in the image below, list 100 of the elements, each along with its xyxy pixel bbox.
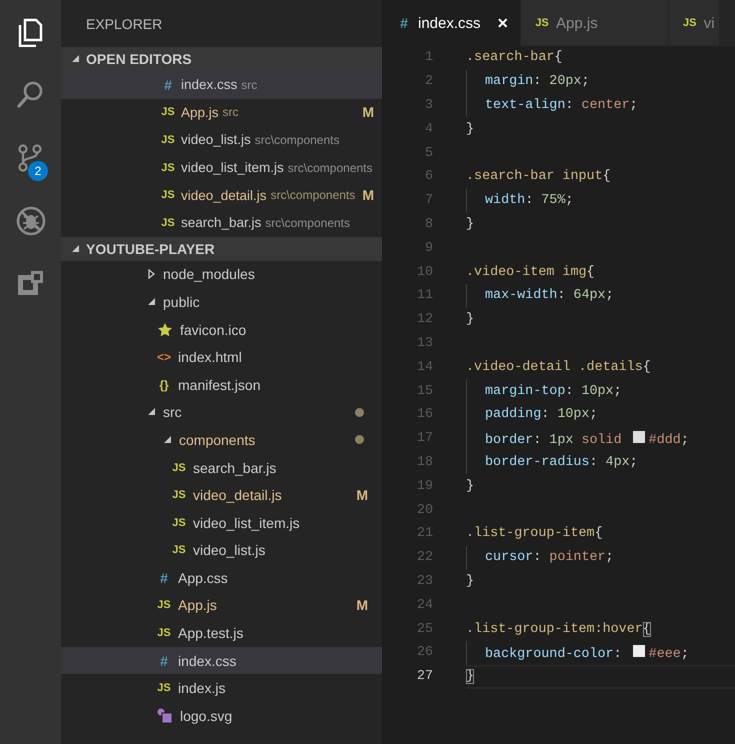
code-line: padding: 10px; xyxy=(485,407,598,422)
file-item[interactable]: favicon.ico xyxy=(61,316,382,344)
file-name: video_list_item.js xyxy=(181,160,284,176)
js-file-icon: JS xyxy=(535,17,550,29)
modified-label: M xyxy=(362,187,374,204)
line-number: 21 xyxy=(416,526,433,542)
file-name: index.js xyxy=(178,680,226,696)
code-line: border-radius: 4px; xyxy=(485,454,638,470)
file-item[interactable]: JS App.js src M xyxy=(61,98,382,126)
file-item[interactable]: JS video_detail.js src\components M xyxy=(61,181,382,209)
folder-name: node_modules xyxy=(163,266,255,282)
folder-item[interactable]: public xyxy=(61,288,382,316)
file-name: video_list.js xyxy=(193,542,266,558)
file-item[interactable]: JS video_list_item.js xyxy=(61,508,382,536)
file-name: App.js xyxy=(178,597,217,614)
line-number: 5 xyxy=(424,146,433,161)
editor-tab[interactable]: # index.css × xyxy=(383,0,522,46)
line-number: 4 xyxy=(424,122,433,137)
hash-icon: # xyxy=(157,570,171,586)
file-item[interactable]: JS video_list.js src\components xyxy=(61,126,382,154)
folder-item[interactable]: node_modules xyxy=(61,260,382,288)
folder-item[interactable]: src xyxy=(61,398,382,426)
close-button[interactable]: × xyxy=(498,12,508,34)
file-name: video_detail.js xyxy=(181,188,267,203)
file-name: App.test.js xyxy=(178,625,244,642)
line-number: 18 xyxy=(416,454,433,470)
line-number: 11 xyxy=(416,288,433,304)
file-item[interactable]: <> index.html xyxy=(61,343,382,371)
code-line: } xyxy=(466,312,474,328)
file-item[interactable]: # index.css xyxy=(61,646,382,674)
file-item[interactable]: logo.svg xyxy=(61,702,382,730)
modified-label: M xyxy=(356,487,368,504)
file-item[interactable]: JS index.js xyxy=(61,674,382,702)
file-path: src\components xyxy=(265,216,350,230)
file-name: index.css xyxy=(181,77,238,92)
line-number: 20 xyxy=(416,502,433,518)
explorer-title: EXPLORER xyxy=(86,16,162,32)
file-item[interactable]: # App.css xyxy=(61,564,382,592)
line-number: 25 xyxy=(416,622,433,637)
file-path: src\components xyxy=(288,160,372,175)
js-file-icon: JS xyxy=(157,682,171,694)
file-name: video_list.js xyxy=(181,132,251,148)
file-name: manifest.json xyxy=(178,376,260,393)
section-header[interactable]: YOUTUBE-PLAYER xyxy=(61,236,382,261)
modified-label: M xyxy=(356,597,368,614)
line-number: 24 xyxy=(416,598,433,613)
code-line: } xyxy=(466,574,474,589)
hash-icon: # xyxy=(157,652,171,669)
editor-tab[interactable]: JS vi xyxy=(668,0,720,46)
js-file-icon: JS xyxy=(161,162,175,174)
code-line: text-align: center; xyxy=(485,98,638,113)
js-file-icon: JS xyxy=(161,134,175,146)
file-item[interactable]: JS search_bar.js src\components xyxy=(61,208,382,237)
file-name: search_bar.js xyxy=(181,215,262,230)
line-number: 22 xyxy=(416,550,433,566)
line-number: 14 xyxy=(416,360,433,375)
js-file-icon: JS xyxy=(157,627,171,640)
image-file-icon xyxy=(157,708,173,724)
code-line: } xyxy=(466,216,474,232)
line-number: 23 xyxy=(416,574,433,589)
code-line: width: 75%; xyxy=(485,193,574,208)
angle-brackets-icon: <> xyxy=(157,350,172,364)
code-line: border: 1px solid #ddd; xyxy=(485,430,689,448)
line-number: 2 xyxy=(424,74,433,90)
line-number: 15 xyxy=(416,384,433,399)
file-item[interactable]: JS search_bar.js xyxy=(61,454,382,482)
section-header[interactable]: OPEN EDITORS xyxy=(61,47,382,71)
file-name: video_detail.js xyxy=(193,487,282,504)
editor-tab[interactable]: JS App.js xyxy=(521,0,669,46)
code-line: } xyxy=(466,478,474,494)
file-item[interactable]: JS App.test.js xyxy=(61,619,382,647)
folder-name: public xyxy=(163,294,200,310)
line-number: 19 xyxy=(416,478,433,494)
file-name: App.js xyxy=(181,104,219,120)
file-name: index.css xyxy=(178,652,236,669)
code-line: .search-bar{ xyxy=(466,50,562,66)
hash-icon: # xyxy=(161,76,175,93)
code-line: .video-item img{ xyxy=(466,264,595,280)
file-item[interactable]: JS video_detail.js M xyxy=(61,481,382,509)
line-number: 1 xyxy=(424,50,433,66)
file-item[interactable]: JS video_list.js xyxy=(61,536,382,564)
line-number: 26 xyxy=(416,645,433,660)
line-number: 10 xyxy=(416,264,433,280)
search-icon[interactable] xyxy=(16,80,46,110)
file-name: index.html xyxy=(178,349,242,366)
js-file-icon: JS xyxy=(157,599,171,612)
js-file-icon: JS xyxy=(682,17,697,29)
file-item[interactable]: JS video_list_item.js src\components xyxy=(61,154,382,182)
file-item[interactable]: # index.css src xyxy=(61,71,382,99)
no-bug-icon[interactable] xyxy=(16,206,46,236)
modified-label: M xyxy=(362,104,374,120)
folder-item[interactable]: components xyxy=(61,426,382,454)
file-path: src xyxy=(222,105,239,120)
file-name: logo.svg xyxy=(180,708,232,724)
file-name: search_bar.js xyxy=(193,460,276,476)
file-name: video_list_item.js xyxy=(193,514,300,531)
js-file-icon: JS xyxy=(161,106,175,118)
js-file-icon: JS xyxy=(161,189,175,202)
file-item[interactable]: {} manifest.json xyxy=(61,370,382,399)
file-item[interactable]: JS App.js M xyxy=(61,592,382,620)
